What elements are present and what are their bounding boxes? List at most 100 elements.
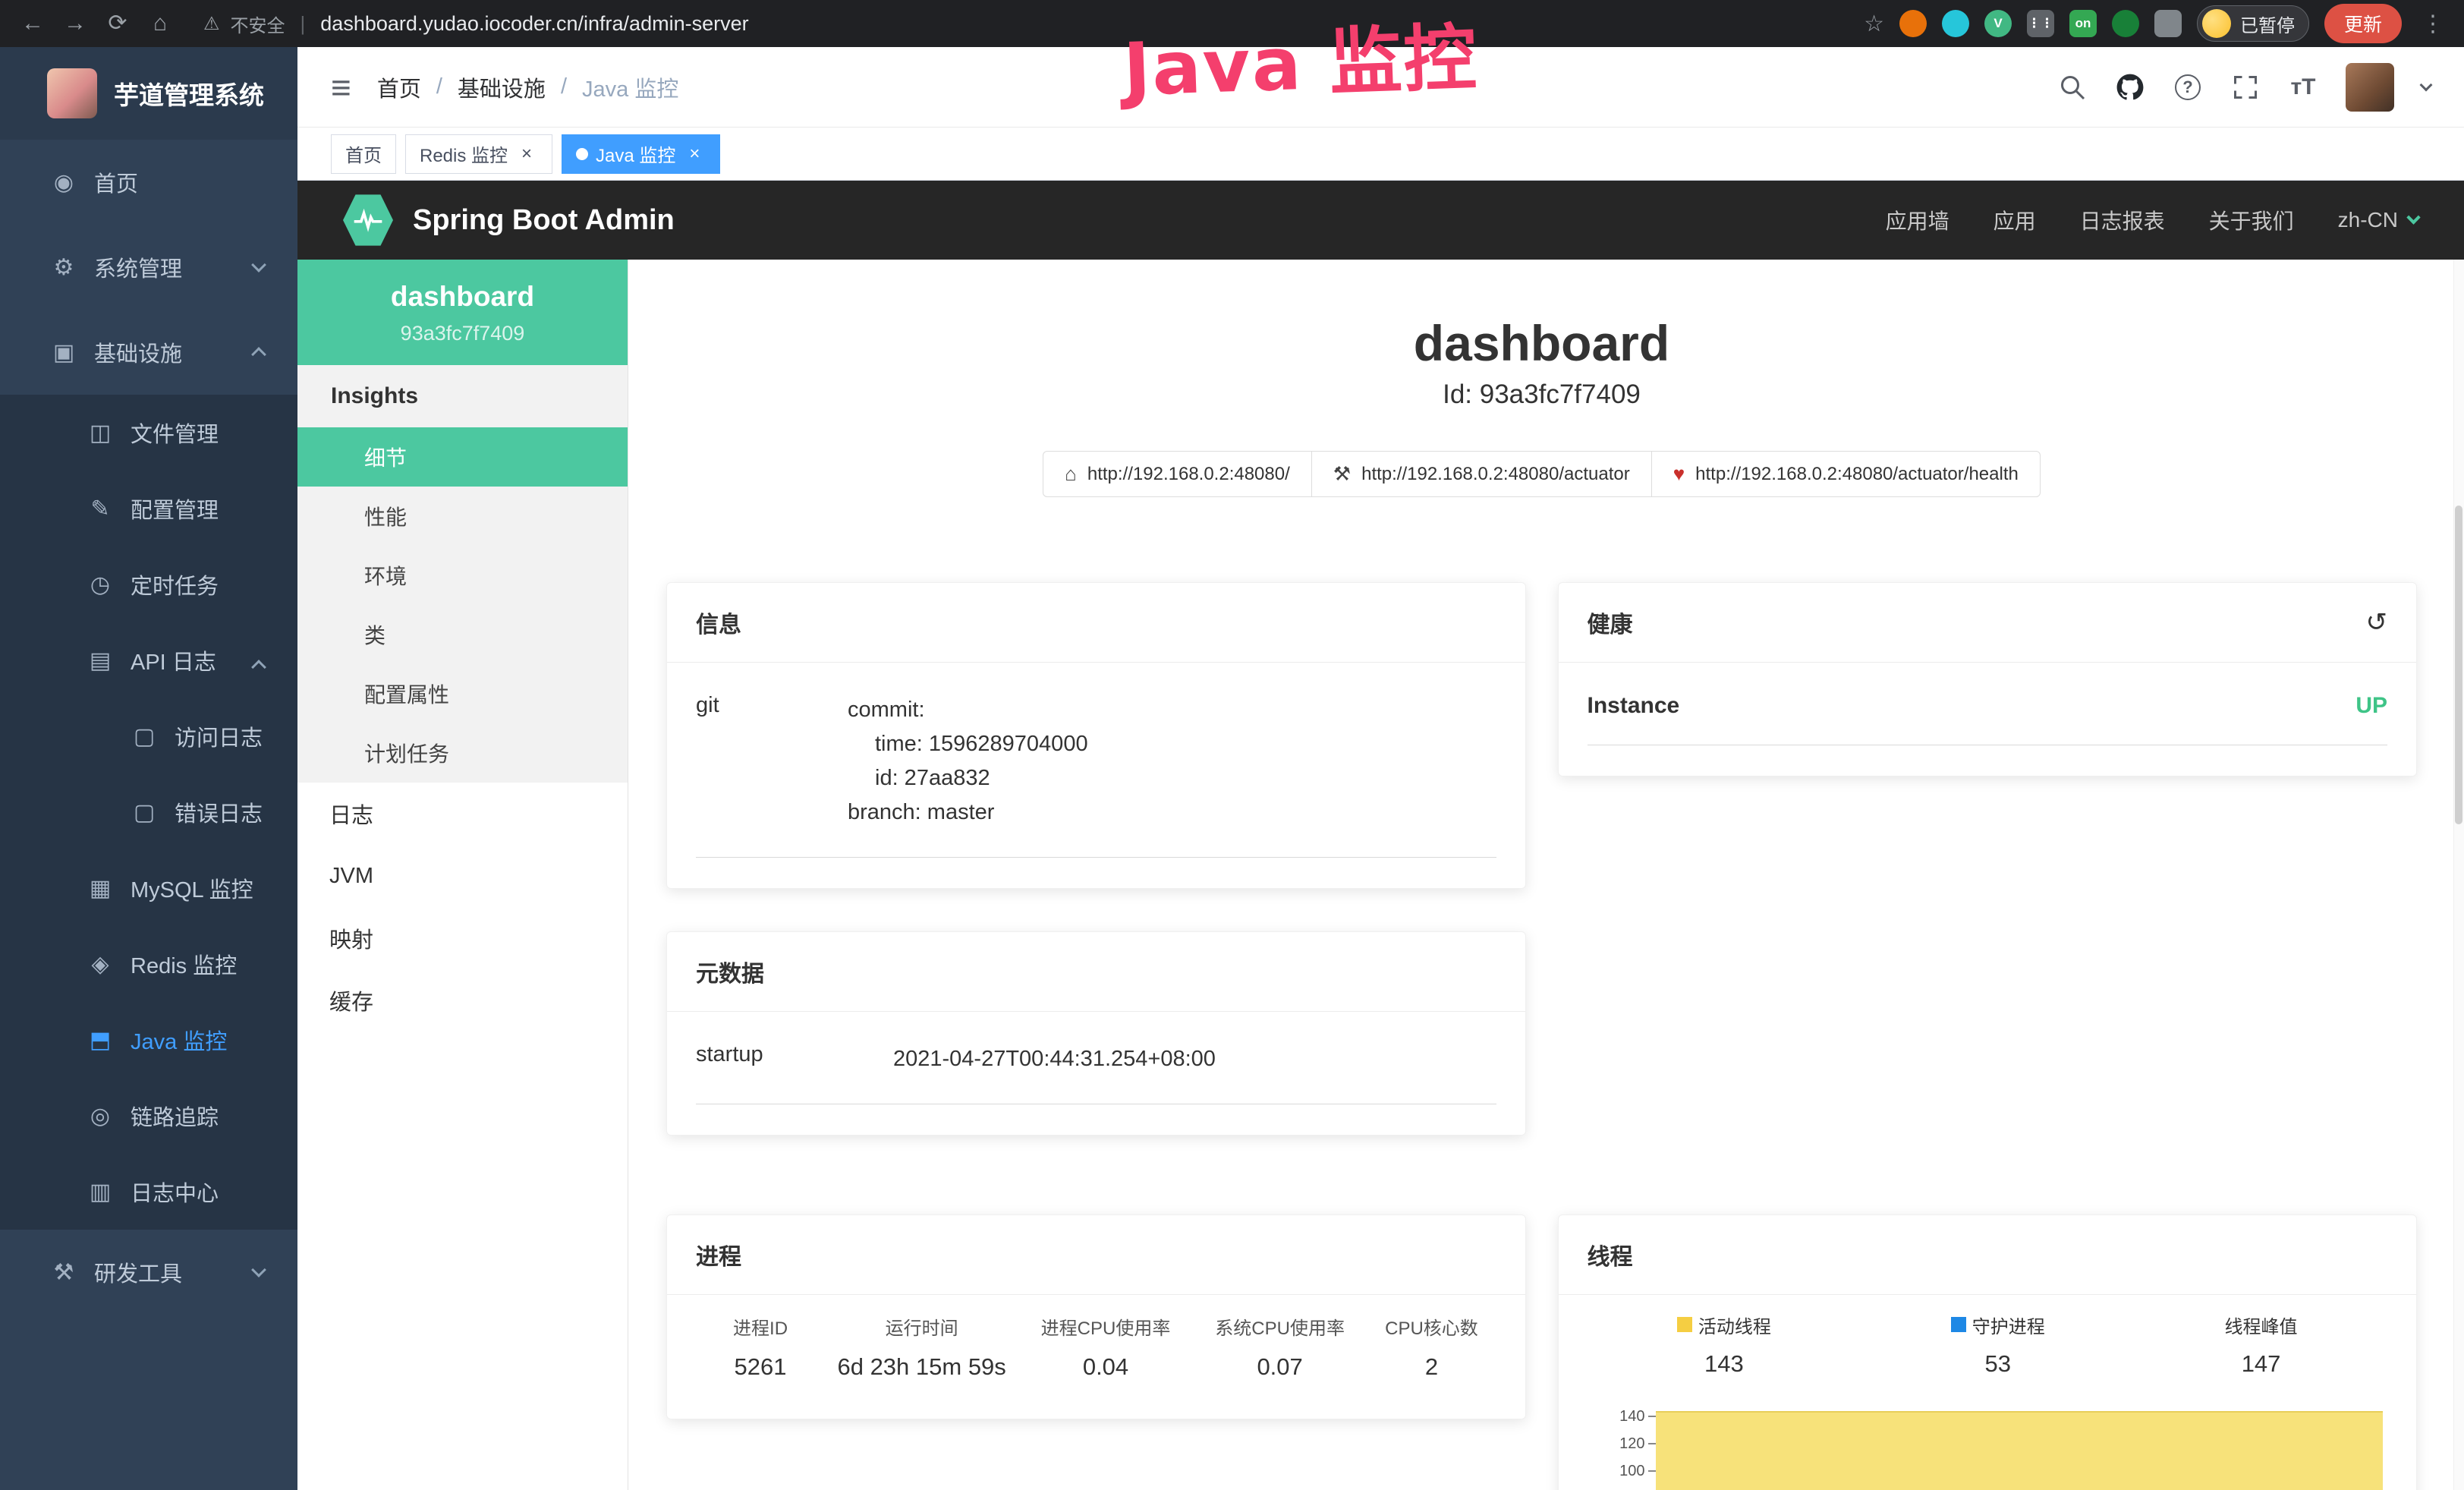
update-button[interactable]: 更新 <box>2324 4 2402 43</box>
ext-puzzle-icon[interactable] <box>2154 10 2182 37</box>
legend-peak-threads: 线程峰值 147 <box>2225 1312 2298 1378</box>
sba-item-config-props[interactable]: 配置属性 <box>297 664 628 723</box>
sidebar-item-label: 系统管理 <box>94 251 182 283</box>
breadcrumb-infrastructure[interactable]: 基础设施 <box>458 71 546 103</box>
ext-leaf-icon[interactable] <box>2112 10 2139 37</box>
browser-home-icon[interactable]: ⌂ <box>143 0 178 47</box>
ext-grid-icon[interactable]: ⋮⋮ <box>2027 10 2054 37</box>
sidebar-item-error-log[interactable]: ▢ 错误日志 <box>0 774 297 850</box>
sidebar-item-trace[interactable]: ◎ 链路追踪 <box>0 1078 297 1154</box>
breadcrumb-home[interactable]: 首页 <box>377 71 421 103</box>
font-size-icon[interactable]: ᴛT <box>2288 72 2318 102</box>
sidebar-item-java-monitor[interactable]: ⬒ Java 监控 <box>0 1002 297 1078</box>
caret-down-icon[interactable] <box>2420 78 2433 91</box>
sba-item-classes[interactable]: 类 <box>297 605 628 664</box>
sidebar-item-log-center[interactable]: ▥ 日志中心 <box>0 1154 297 1230</box>
menu-kebab-icon[interactable]: ⋮ <box>2417 11 2449 37</box>
tab-java-monitor[interactable]: Java 监控 × <box>562 134 720 174</box>
search-icon[interactable] <box>2057 72 2088 102</box>
instance-header[interactable]: dashboard 93a3fc7f7409 <box>297 260 628 365</box>
insights-group-label: Insights <box>297 365 628 427</box>
actuator-url-button[interactable]: ⚒ http://192.168.0.2:48080/actuator <box>1311 451 1652 497</box>
sidebar-item-scheduled-job[interactable]: ◷ 定时任务 <box>0 547 297 622</box>
tab-redis-monitor[interactable]: Redis 监控 × <box>405 134 552 174</box>
sidebar-item-home[interactable]: ◉ 首页 <box>0 140 297 225</box>
health-url-button[interactable]: ♥ http://192.168.0.2:48080/actuator/heal… <box>1651 451 2041 497</box>
profile-chip[interactable]: 已暂停 <box>2197 5 2309 42</box>
breadcrumb: 首页 基础设施 Java 监控 <box>377 71 678 103</box>
scrollbar-thumb[interactable] <box>2455 506 2462 824</box>
sidebar-item-access-log[interactable]: ▢ 访问日志 <box>0 698 297 774</box>
sidebar-item-api-log[interactable]: ▤ API 日志 <box>0 622 297 698</box>
sidebar-item-redis-monitor[interactable]: ◈ Redis 监控 <box>0 926 297 1002</box>
back-icon[interactable]: ← <box>15 0 50 47</box>
insights-group: Insights 细节 性能 环境 类 配置属性 计划任务 <box>297 365 628 783</box>
legend-swatch-daemon <box>1951 1317 1966 1332</box>
help-icon[interactable]: ? <box>2173 72 2203 102</box>
sidebar-item-file-manage[interactable]: ◫ 文件管理 <box>0 395 297 471</box>
annotation-text: Java 监控 <box>1122 0 1480 116</box>
admin-menu: ◉ 首页 ⚙ 系统管理 ▣ 基础设施 ◫ 文件管理 <box>0 140 297 1490</box>
sidebar-item-system[interactable]: ⚙ 系统管理 <box>0 225 297 310</box>
sidebar-item-label: 链路追踪 <box>131 1100 219 1132</box>
sidebar-item-label: 基础设施 <box>94 336 182 368</box>
reload-icon[interactable]: ⟳ <box>100 0 135 47</box>
profile-chip-label: 已暂停 <box>2240 11 2295 37</box>
sba-nav-links: 应用墙 应用 日志报表 关于我们 zh-CN <box>1886 205 2418 235</box>
url-text[interactable]: dashboard.yudao.iocoder.cn/infra/admin-s… <box>320 12 748 36</box>
sba-item-metrics[interactable]: 性能 <box>297 487 628 546</box>
sidebar-item-label: 配置管理 <box>131 493 219 524</box>
spring-boot-admin: Spring Boot Admin 应用墙 应用 日志报表 关于我们 zh-CN <box>297 181 2464 1490</box>
close-icon[interactable]: × <box>515 143 538 165</box>
sba-nav-applications[interactable]: 应用 <box>1994 205 2036 235</box>
instance-name: dashboard <box>297 281 628 313</box>
sba-item-logs[interactable]: 日志 <box>297 783 628 845</box>
omnibox-divider: | <box>296 12 310 36</box>
sba-nav-journal[interactable]: 日志报表 <box>2080 205 2165 235</box>
bookmark-star-icon[interactable]: ☆ <box>1864 11 1884 37</box>
sba-item-jvm[interactable]: JVM <box>297 845 628 907</box>
forward-icon[interactable]: → <box>58 0 93 47</box>
system-gear-icon: ⚙ <box>49 254 79 281</box>
instance-links: ⌂ http://192.168.0.2:48080/ ⚒ http://192… <box>666 451 2417 497</box>
legend-live-threads: 活动线程 143 <box>1677 1312 1771 1378</box>
ext-switch-on-icon[interactable]: on <box>2069 10 2097 37</box>
ext-teal-drop-icon[interactable] <box>1942 10 1969 37</box>
sba-nav-wallboard[interactable]: 应用墙 <box>1886 205 1949 235</box>
sba-nav-about[interactable]: 关于我们 <box>2209 205 2294 235</box>
sidebar-item-config-manage[interactable]: ✎ 配置管理 <box>0 471 297 547</box>
sba-brand[interactable]: Spring Boot Admin <box>343 194 675 247</box>
user-avatar[interactable] <box>2346 63 2394 112</box>
profile-avatar-icon <box>2202 9 2231 38</box>
history-icon[interactable]: ↺ <box>2366 607 2388 638</box>
scrollbar[interactable] <box>2453 260 2464 1490</box>
security-label[interactable]: 不安全 <box>231 11 285 37</box>
github-icon[interactable] <box>2115 72 2145 102</box>
sba-navbar: Spring Boot Admin 应用墙 应用 日志报表 关于我们 zh-CN <box>297 181 2464 260</box>
hamburger-icon[interactable]: ≡ <box>331 67 351 108</box>
tab-label: Redis 监控 <box>420 140 508 167</box>
ext-orange-icon[interactable] <box>1899 10 1927 37</box>
address-bar[interactable]: ⚠ 不安全 | dashboard.yudao.iocoder.cn/infra… <box>185 8 1856 40</box>
sba-item-environment[interactable]: 环境 <box>297 546 628 605</box>
close-icon[interactable]: × <box>683 143 706 165</box>
sba-nav-language[interactable]: zh-CN <box>2338 208 2418 232</box>
error-log-icon: ▢ <box>129 799 159 826</box>
sidebar-item-label: MySQL 监控 <box>131 872 253 904</box>
sba-item-scheduled-tasks[interactable]: 计划任务 <box>297 723 628 783</box>
brand-logo <box>47 68 97 118</box>
sba-item-caches[interactable]: 缓存 <box>297 969 628 1032</box>
spring-boot-admin-logo <box>343 194 393 247</box>
process-table-values: 5261 6d 23h 15m 59s 0.04 0.07 2 <box>696 1344 1496 1388</box>
ext-vue-devtools-icon[interactable]: V <box>1984 10 2012 37</box>
health-card-title: 健康 <box>1588 606 1633 639</box>
sba-item-mappings[interactable]: 映射 <box>297 907 628 969</box>
sidebar-item-infrastructure[interactable]: ▣ 基础设施 <box>0 310 297 395</box>
service-url-button[interactable]: ⌂ http://192.168.0.2:48080/ <box>1043 451 1312 497</box>
fullscreen-icon[interactable] <box>2230 72 2261 102</box>
tab-home[interactable]: 首页 <box>331 134 396 174</box>
sidebar-item-dev-tools[interactable]: ⚒ 研发工具 <box>0 1230 297 1315</box>
uptime-value: 6d 23h 15m 59s <box>825 1353 1018 1381</box>
sba-item-details[interactable]: 细节 <box>297 427 628 487</box>
sidebar-item-mysql-monitor[interactable]: ▦ MySQL 监控 <box>0 850 297 926</box>
